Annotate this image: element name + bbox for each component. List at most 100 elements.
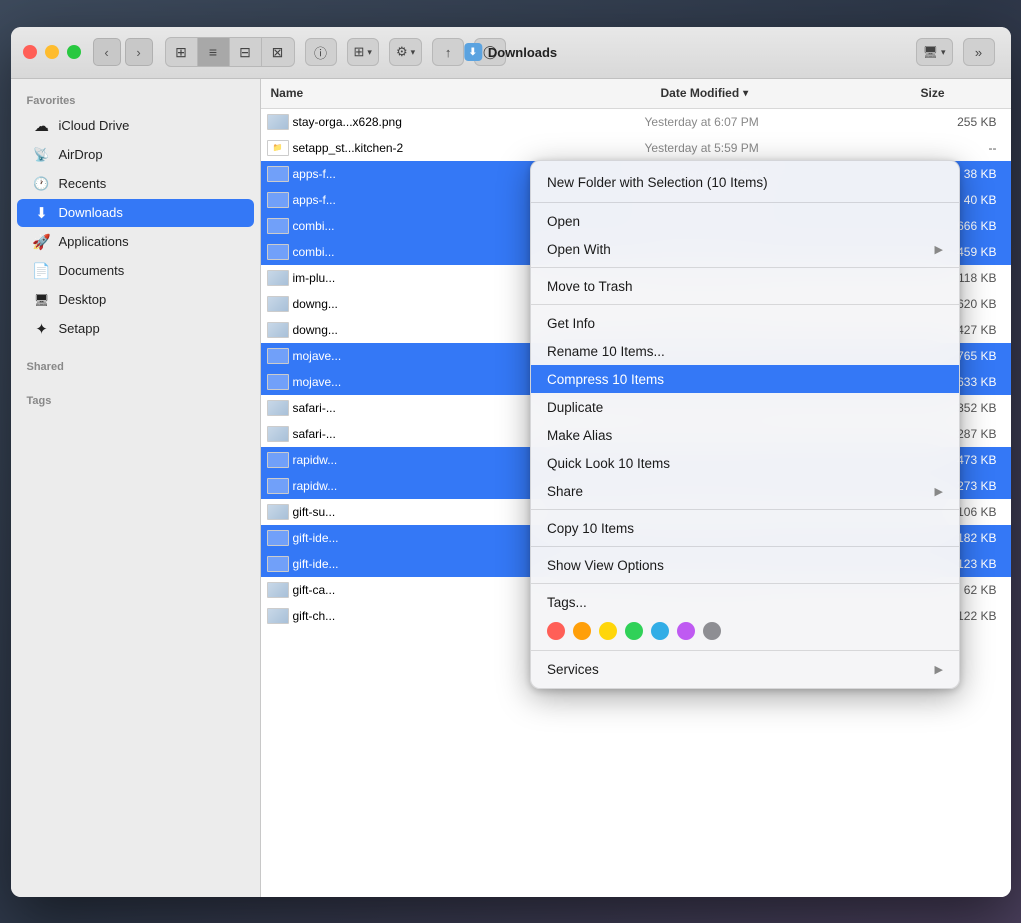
- gallery-view-icon: ⊠: [272, 44, 284, 61]
- gallery-view-button[interactable]: ⊠: [262, 38, 294, 66]
- file-thumb-icon: [267, 374, 289, 390]
- ctx-share[interactable]: Share ▶: [531, 477, 959, 505]
- ctx-rename-label: Rename 10 Items...: [547, 344, 943, 359]
- file-date: Yesterday at 6:07 PM: [645, 115, 905, 129]
- column-view-button[interactable]: ⊟: [230, 38, 262, 66]
- ctx-make-alias[interactable]: Make Alias: [531, 421, 959, 449]
- ctx-get-info-label: Get Info: [547, 316, 943, 331]
- ctx-tags-label: Tags...: [547, 595, 943, 610]
- ctx-tags[interactable]: Tags...: [531, 588, 959, 616]
- file-thumb-icon: [267, 348, 289, 364]
- file-thumb-icon: [267, 452, 289, 468]
- size-column-header[interactable]: Size: [911, 86, 1011, 100]
- info-button[interactable]: ⓘ: [305, 38, 337, 66]
- ctx-new-folder-selection[interactable]: New Folder with Selection (10 Items): [531, 166, 959, 198]
- more-button[interactable]: »: [963, 38, 995, 66]
- action-dropdown[interactable]: ⚙ ▾: [389, 38, 422, 66]
- sidebar-item-downloads[interactable]: ⬇ Downloads: [17, 199, 254, 227]
- grid-chevron-icon: ▾: [367, 47, 372, 58]
- grid-dropdown[interactable]: ⊞ ▾: [347, 38, 379, 66]
- ctx-duplicate-label: Duplicate: [547, 400, 943, 415]
- file-thumb-icon: [267, 270, 289, 286]
- sidebar-item-icloud-drive[interactable]: ☁ iCloud Drive: [17, 112, 254, 140]
- tag-red[interactable]: [547, 622, 565, 640]
- ctx-show-view-options-label: Show View Options: [547, 558, 943, 573]
- date-label: Date Modified: [661, 86, 740, 100]
- ctx-rename-10[interactable]: Rename 10 Items...: [531, 337, 959, 365]
- back-button[interactable]: ‹: [93, 38, 121, 66]
- ctx-open-label: Open: [547, 214, 943, 229]
- tags-label: Tags: [11, 389, 260, 411]
- ctx-separator-5: [531, 546, 959, 547]
- tag-blue[interactable]: [651, 622, 669, 640]
- file-thumb-icon: [267, 478, 289, 494]
- file-thumb-icon: [267, 426, 289, 442]
- sidebar-item-applications[interactable]: 🚀 Applications: [17, 228, 254, 256]
- sidebar: Favorites ☁ iCloud Drive 📡 AirDrop 🕐 Rec…: [11, 79, 261, 897]
- ctx-open[interactable]: Open: [531, 207, 959, 235]
- column-view-icon: ⊟: [239, 44, 251, 61]
- share-button[interactable]: ↑: [432, 38, 464, 66]
- column-headers: Name Date Modified ▾ Size: [261, 79, 1011, 109]
- file-thumb-icon: [267, 114, 289, 130]
- ctx-show-view-options[interactable]: Show View Options: [531, 551, 959, 579]
- ctx-open-with[interactable]: Open With ▶: [531, 235, 959, 263]
- share-icon: ↑: [445, 45, 452, 60]
- window-title: Downloads: [488, 45, 557, 60]
- icon-view-button[interactable]: ⊞: [166, 38, 198, 66]
- sidebar-item-icloud-label: iCloud Drive: [59, 118, 130, 133]
- close-button[interactable]: [23, 45, 37, 59]
- date-column-header[interactable]: Date Modified ▾: [651, 86, 911, 100]
- file-row[interactable]: stay-orga...x628.png Yesterday at 6:07 P…: [261, 109, 1011, 135]
- setapp-icon: ✦: [33, 320, 51, 338]
- ctx-get-info[interactable]: Get Info: [531, 309, 959, 337]
- tag-gray[interactable]: [703, 622, 721, 640]
- ctx-separator-1: [531, 202, 959, 203]
- sidebar-item-desktop-label: Desktop: [59, 292, 107, 307]
- action-chevron-icon: ▾: [411, 47, 416, 58]
- ctx-move-to-trash-label: Move to Trash: [547, 279, 943, 294]
- titlebar: ‹ › ⊞ ≡ ⊟ ⊠ ⓘ: [11, 27, 1011, 79]
- maximize-button[interactable]: [67, 45, 81, 59]
- device-dropdown[interactable]: 🖥 ▾: [916, 38, 953, 66]
- list-view-button[interactable]: ≡: [198, 38, 230, 66]
- window-controls: [23, 45, 81, 59]
- airdrop-icon: 📡: [33, 146, 51, 164]
- favorites-label: Favorites: [11, 89, 260, 111]
- downloads-icon: ⬇: [33, 204, 51, 222]
- tag-purple[interactable]: [677, 622, 695, 640]
- name-column-header[interactable]: Name: [261, 86, 651, 100]
- sidebar-item-downloads-label: Downloads: [59, 205, 123, 220]
- sort-icon: ▾: [743, 88, 748, 99]
- sidebar-item-recents[interactable]: 🕐 Recents: [17, 170, 254, 198]
- ctx-move-to-trash[interactable]: Move to Trash: [531, 272, 959, 300]
- ctx-services[interactable]: Services ▶: [531, 655, 959, 683]
- ctx-separator-services: [531, 650, 959, 651]
- ctx-share-label: Share: [547, 484, 935, 499]
- applications-icon: 🚀: [33, 233, 51, 251]
- ctx-duplicate[interactable]: Duplicate: [531, 393, 959, 421]
- device-icon: 🖥: [923, 45, 938, 59]
- file-row[interactable]: 📁 setapp_st...kitchen-2 Yesterday at 5:5…: [261, 135, 1011, 161]
- list-view-icon: ≡: [209, 44, 217, 60]
- ctx-copy-label: Copy 10 Items: [547, 521, 943, 536]
- sidebar-item-desktop[interactable]: 🖥 Desktop: [17, 286, 254, 314]
- more-icon: »: [975, 45, 982, 60]
- ctx-separator-3: [531, 304, 959, 305]
- size-label: Size: [921, 86, 945, 100]
- sidebar-item-setapp[interactable]: ✦ Setapp: [17, 315, 254, 343]
- ctx-quick-look[interactable]: Quick Look 10 Items: [531, 449, 959, 477]
- sidebar-item-documents-label: Documents: [59, 263, 125, 278]
- ctx-compress-10[interactable]: Compress 10 Items: [531, 365, 959, 393]
- tag-green[interactable]: [625, 622, 643, 640]
- minimize-button[interactable]: [45, 45, 59, 59]
- context-menu: New Folder with Selection (10 Items) Ope…: [530, 160, 960, 689]
- ctx-copy-10[interactable]: Copy 10 Items: [531, 514, 959, 542]
- sidebar-item-documents[interactable]: 📄 Documents: [17, 257, 254, 285]
- tag-yellow[interactable]: [599, 622, 617, 640]
- tag-orange[interactable]: [573, 622, 591, 640]
- file-name: setapp_st...kitchen-2: [293, 141, 645, 155]
- forward-button[interactable]: ›: [125, 38, 153, 66]
- sidebar-item-airdrop[interactable]: 📡 AirDrop: [17, 141, 254, 169]
- device-chevron-icon: ▾: [941, 47, 946, 58]
